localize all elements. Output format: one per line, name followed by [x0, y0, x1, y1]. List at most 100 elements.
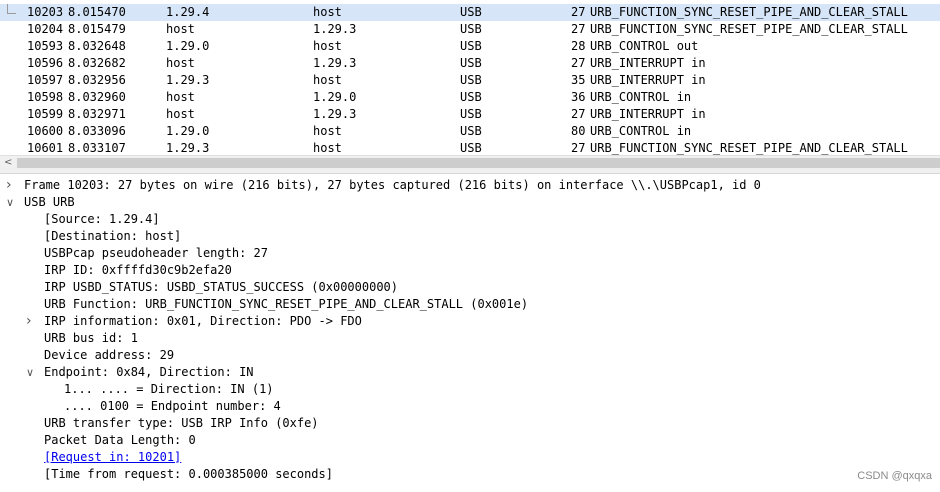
detail-row[interactable]: [Request in: 10201] — [0, 449, 930, 466]
chevron-down-icon[interactable]: ∨ — [6, 194, 14, 211]
packet-protocol: USB — [460, 56, 482, 70]
packet-time: 8.033096 — [68, 124, 126, 138]
packet-row[interactable]: 10596 8.032682 host 1.29.3 USB 27 URB_INTERRUP… — [0, 55, 940, 72]
detail-row[interactable]: ∨ USB URB — [0, 194, 930, 211]
packet-length: 28 — [571, 39, 586, 53]
packet-list[interactable]: 10203 8.015470 1.29.4 host USB 27 URB_FUNCTION… — [0, 0, 940, 155]
detail-text: IRP USBD_STATUS: USBD_STATUS_SUCCESS (0x… — [44, 280, 399, 294]
packet-time: 8.033107 — [68, 141, 126, 155]
detail-text: 1... .... = Direction: IN (1) — [64, 382, 274, 396]
packet-length: 27 — [571, 141, 586, 155]
detail-text: IRP information: 0x01, Direction: PDO ->… — [44, 314, 362, 328]
detail-row[interactable]: 1... .... = Direction: IN (1) — [0, 381, 930, 398]
packet-row[interactable]: 10597 8.032956 1.29.3 host USB 35 URB_INTERRUP… — [0, 72, 940, 89]
request-in-link[interactable]: [Request in: 10201] — [44, 449, 181, 466]
packet-number: 10204 — [27, 22, 64, 36]
detail-row[interactable]: › IRP information: 0x01, Direction: PDO -… — [0, 313, 930, 330]
packet-source: 1.29.3 — [166, 73, 210, 87]
packet-protocol: USB — [460, 107, 482, 121]
packet-row[interactable]: 10204 8.015479 host 1.29.3 USB 27 URB_FUNCTION… — [0, 21, 940, 38]
chevron-right-icon[interactable]: › — [26, 313, 32, 330]
packet-length: 27 — [571, 107, 586, 121]
packet-length: 80 — [571, 124, 586, 138]
detail-row[interactable]: URB bus id: 1 — [0, 330, 930, 347]
packet-length: 27 — [571, 5, 586, 19]
packet-info: URB_FUNCTION_SYNC_RESET_PIPE_AND_CLEAR_S… — [590, 22, 908, 36]
watermark: CSDN @qxqxa — [857, 470, 932, 482]
packet-row[interactable]: 10600 8.033096 1.29.0 host USB 80 URB_CONTROL … — [0, 123, 940, 140]
scroll-left-arrow-icon[interactable]: < — [4, 156, 14, 170]
packet-source: host — [166, 22, 195, 36]
packet-number: 10593 — [27, 39, 64, 53]
packet-time: 8.032682 — [68, 56, 126, 70]
packet-destination: host — [313, 5, 342, 19]
packet-destination: host — [313, 39, 342, 53]
packet-source: host — [166, 107, 195, 121]
detail-row[interactable]: .... 0100 = Endpoint number: 4 — [0, 398, 930, 415]
detail-text: USB URB — [24, 195, 75, 209]
pane-splitter[interactable] — [0, 170, 940, 174]
detail-row[interactable]: IRP USBD_STATUS: USBD_STATUS_SUCCESS (0x… — [0, 279, 930, 296]
detail-text: Endpoint: 0x84, Direction: IN — [44, 365, 254, 379]
conversation-bracket — [7, 4, 16, 14]
packet-row[interactable]: 10598 8.032960 host 1.29.0 USB 36 URB_CONTROL … — [0, 89, 940, 106]
detail-row[interactable]: [Time from request: 0.000385000 seconds] — [0, 466, 930, 483]
packet-source: 1.29.0 — [166, 124, 210, 138]
packet-time: 8.015479 — [68, 22, 126, 36]
packet-destination: 1.29.3 — [313, 22, 357, 36]
detail-text: URB transfer type: USB IRP Info (0xfe) — [44, 416, 319, 430]
packet-number: 10600 — [27, 124, 64, 138]
detail-row[interactable]: Packet Data Length: 0 — [0, 432, 930, 449]
detail-text: [Destination: host] — [44, 229, 182, 243]
detail-text: Packet Data Length: 0 — [44, 433, 196, 447]
packet-protocol: USB — [460, 73, 482, 87]
packet-protocol: USB — [460, 5, 482, 19]
packet-row[interactable]: 10599 8.032971 host 1.29.3 USB 27 URB_INTERRUP… — [0, 106, 940, 123]
packet-destination: 1.29.3 — [313, 107, 357, 121]
packet-destination: host — [313, 141, 342, 155]
detail-row[interactable]: ∨ Endpoint: 0x84, Direction: IN — [0, 364, 930, 381]
detail-row[interactable]: [Destination: host] — [0, 228, 930, 245]
packet-details-tree[interactable]: › Frame 10203: 27 bytes on wire (216 bits… — [0, 175, 940, 492]
packet-source: host — [166, 90, 195, 104]
packet-number: 10597 — [27, 73, 64, 87]
chevron-down-icon[interactable]: ∨ — [26, 364, 34, 381]
detail-text: Frame 10203: 27 bytes on wire (216 bits)… — [24, 178, 761, 192]
detail-text: URB bus id: 1 — [44, 331, 138, 345]
detail-row[interactable]: Device address: 29 — [0, 347, 930, 364]
chevron-right-icon[interactable]: › — [6, 177, 12, 194]
packet-number: 10598 — [27, 90, 64, 104]
packet-protocol: USB — [460, 22, 482, 36]
packet-row[interactable]: 10203 8.015470 1.29.4 host USB 27 URB_FUNCTION… — [0, 4, 940, 21]
packet-info: URB_INTERRUPT in — [590, 73, 706, 87]
packet-number: 10599 — [27, 107, 64, 121]
packet-info: URB_FUNCTION_SYNC_RESET_PIPE_AND_CLEAR_S… — [590, 141, 908, 155]
detail-row[interactable]: › Frame 10203: 27 bytes on wire (216 bits… — [0, 177, 930, 194]
packet-info: URB_CONTROL out — [590, 39, 699, 53]
detail-row[interactable]: [Source: 1.29.4] — [0, 211, 930, 228]
detail-row[interactable]: URB Function: URB_FUNCTION_SYNC_RESET_PI… — [0, 296, 930, 313]
packet-destination: host — [313, 124, 342, 138]
packet-row[interactable]: 10593 8.032648 1.29.0 host USB 28 URB_CONTROL … — [0, 38, 940, 55]
packet-time: 8.015470 — [68, 5, 126, 19]
detail-row[interactable]: URB transfer type: USB IRP Info (0xfe) — [0, 415, 930, 432]
detail-text: Device address: 29 — [44, 348, 175, 362]
packet-destination: 1.29.0 — [313, 90, 357, 104]
packet-info: URB_CONTROL in — [590, 90, 692, 104]
packet-protocol: USB — [460, 124, 482, 138]
packet-length: 35 — [571, 73, 586, 87]
detail-text: USBPcap pseudoheader length: 27 — [44, 246, 268, 260]
horizontal-scrollbar[interactable]: < — [0, 155, 940, 170]
detail-row[interactable]: USBPcap pseudoheader length: 27 — [0, 245, 930, 262]
packet-protocol: USB — [460, 39, 482, 53]
detail-row[interactable]: IRP ID: 0xffffd30c9b2efa20 — [0, 262, 930, 279]
packet-row[interactable]: 10601 8.033107 1.29.3 host USB 27 URB_FUNCTION… — [0, 140, 940, 155]
packet-source: 1.29.3 — [166, 141, 210, 155]
scrollbar-thumb[interactable] — [17, 158, 940, 168]
packet-time: 8.032971 — [68, 107, 126, 121]
packet-info: URB_INTERRUPT in — [590, 56, 706, 70]
packet-length: 27 — [571, 22, 586, 36]
detail-text: [Time from request: 0.000385000 seconds] — [44, 467, 333, 481]
packet-time: 8.032960 — [68, 90, 126, 104]
packet-destination: 1.29.3 — [313, 56, 357, 70]
